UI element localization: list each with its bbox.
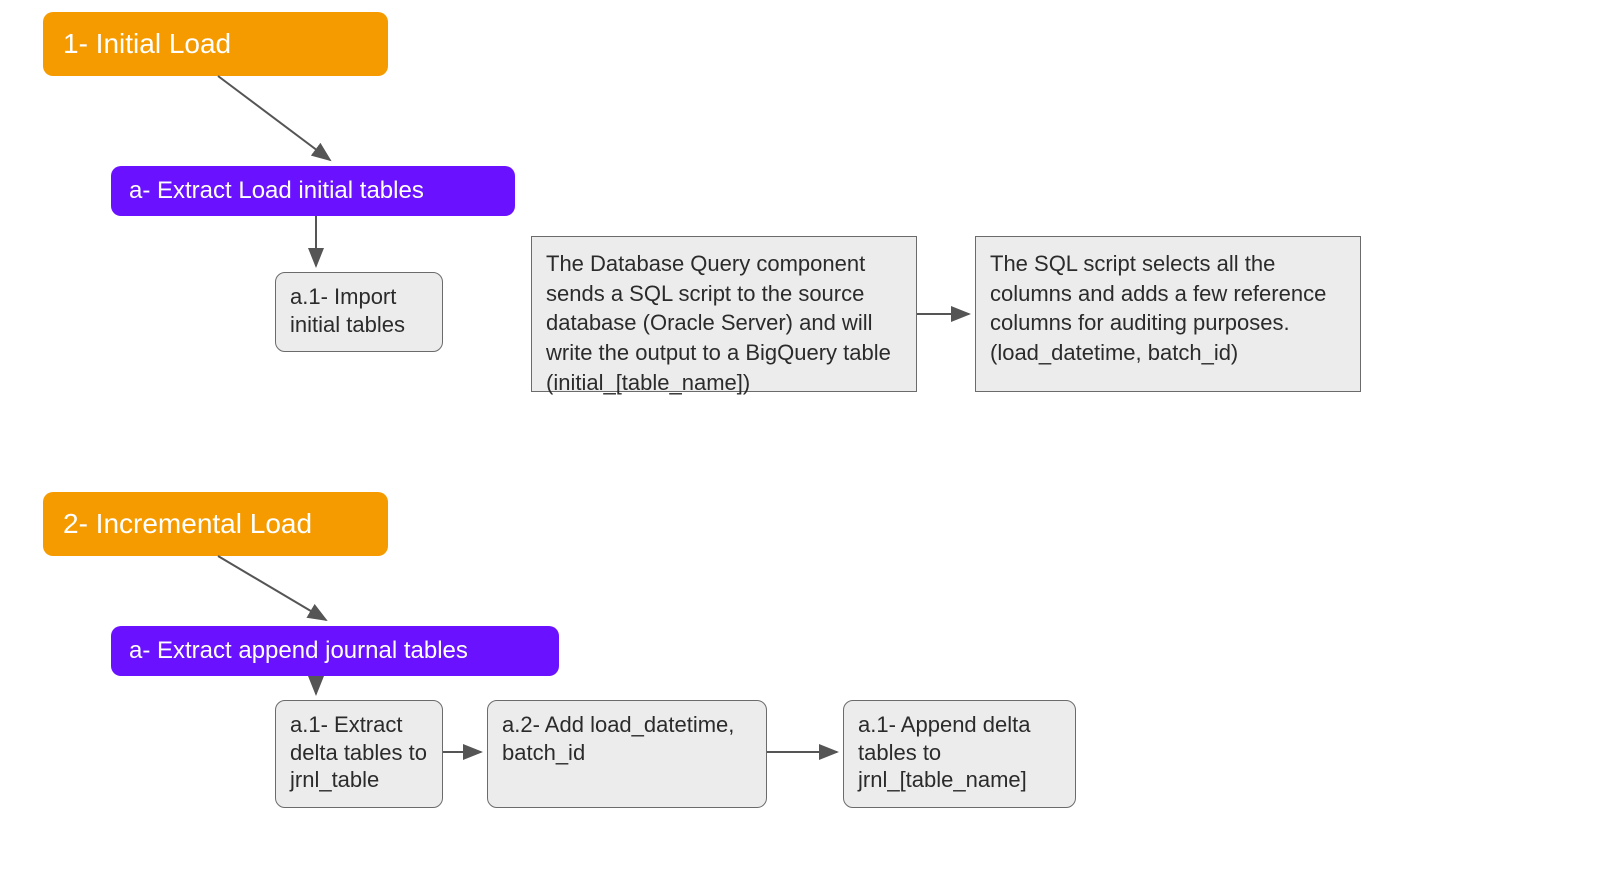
node-append-delta: a.1- Append delta tables to jrnl_[table_…	[843, 700, 1076, 808]
arrow-1-to-a	[218, 76, 330, 160]
note-sql-script: The SQL script selects all the columns a…	[975, 236, 1361, 392]
node-incremental-load: 2- Incremental Load	[43, 492, 388, 556]
node-initial-load: 1- Initial Load	[43, 12, 388, 76]
arrows-layer	[0, 0, 1600, 888]
node-extract-append-journal: a- Extract append journal tables	[111, 626, 559, 676]
note-db-query: The Database Query component sends a SQL…	[531, 236, 917, 392]
arrow-2-to-a	[218, 556, 326, 620]
node-extract-load-initial: a- Extract Load initial tables	[111, 166, 515, 216]
node-extract-delta: a.1- Extract delta tables to jrnl_table	[275, 700, 443, 808]
node-add-load-datetime: a.2- Add load_datetime, batch_id	[487, 700, 767, 808]
diagram-canvas: 1- Initial Load a- Extract Load initial …	[0, 0, 1600, 888]
node-import-initial-tables: a.1- Import initial tables	[275, 272, 443, 352]
